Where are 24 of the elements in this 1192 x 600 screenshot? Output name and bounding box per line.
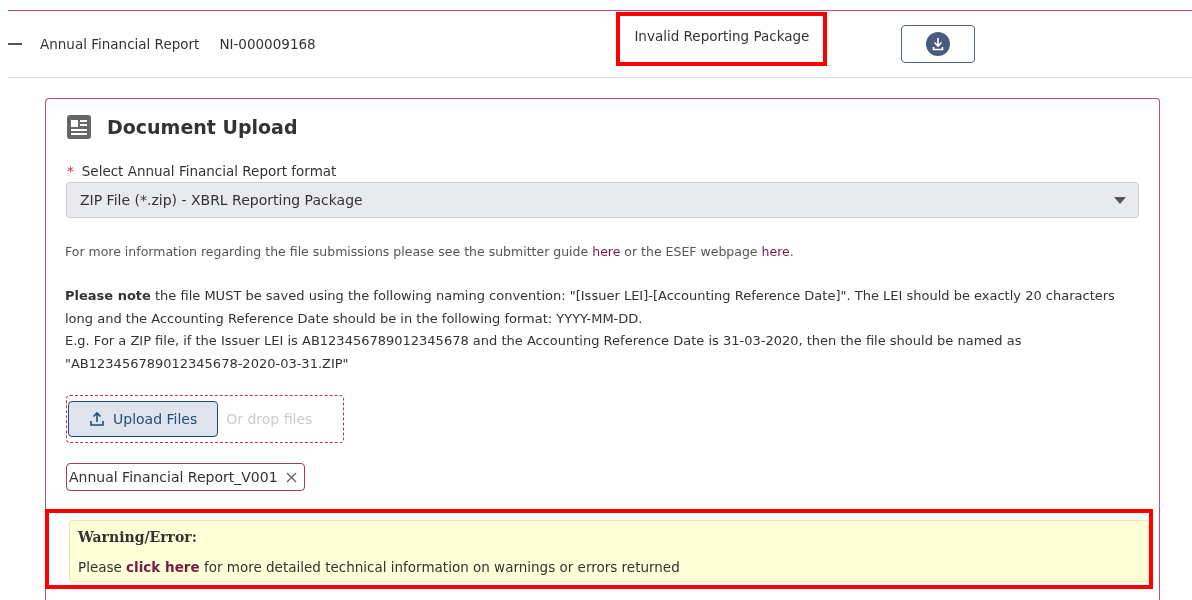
close-icon[interactable] — [285, 471, 297, 483]
guide-link[interactable]: here — [592, 244, 621, 259]
report-status: Invalid Reporting Package — [616, 12, 828, 66]
field-label: Select Annual Financial Report format — [81, 163, 337, 179]
panel-title: Document Upload — [107, 116, 298, 138]
webpage-link[interactable]: here — [761, 244, 790, 259]
note-text: E.g. For a ZIP file, if the Issuer LEI is AB123456789012345678 and the Accounting Reference Date is 31-03-2020, then the file should be named as "AB123456789012345678-2020-03-31.ZIP" — [65, 332, 1023, 373]
note-text: Please note the file MUST be saved using the following naming convention: "[Issuer LEI]-[Accounting Reference Date]". The LEI should be exactly 20 characters long and the Accounting Reference Date should be in the following format: YYYY-MM-DD. — [65, 287, 1116, 328]
format-select[interactable]: ZIP File (*.zip) - XBRL Reporting Package — [66, 182, 1139, 218]
caret-icon — [1114, 196, 1126, 204]
report-reference: NI-000009168 — [219, 36, 317, 52]
report-title: Annual Financial Report — [40, 36, 200, 52]
file-name: Annual Financial Report_V001 — [69, 469, 278, 485]
download-button[interactable] — [901, 25, 976, 63]
required-marker: * — [67, 163, 74, 179]
upload-button[interactable]: Upload Files — [68, 401, 219, 437]
collapse-icon[interactable] — [8, 42, 22, 46]
info-text: For more information regarding the file submissions please see the submitter guide here or the ESEF webpage here. — [65, 244, 795, 259]
details-link[interactable]: click here — [126, 559, 200, 575]
upload-icon — [89, 411, 105, 427]
document-icon — [67, 115, 91, 139]
warning-message: Please click here for more detailed technical information on warnings or errors returned — [78, 559, 681, 575]
download-icon — [926, 32, 951, 56]
warning-title: Warning/Error: — [78, 529, 198, 545]
